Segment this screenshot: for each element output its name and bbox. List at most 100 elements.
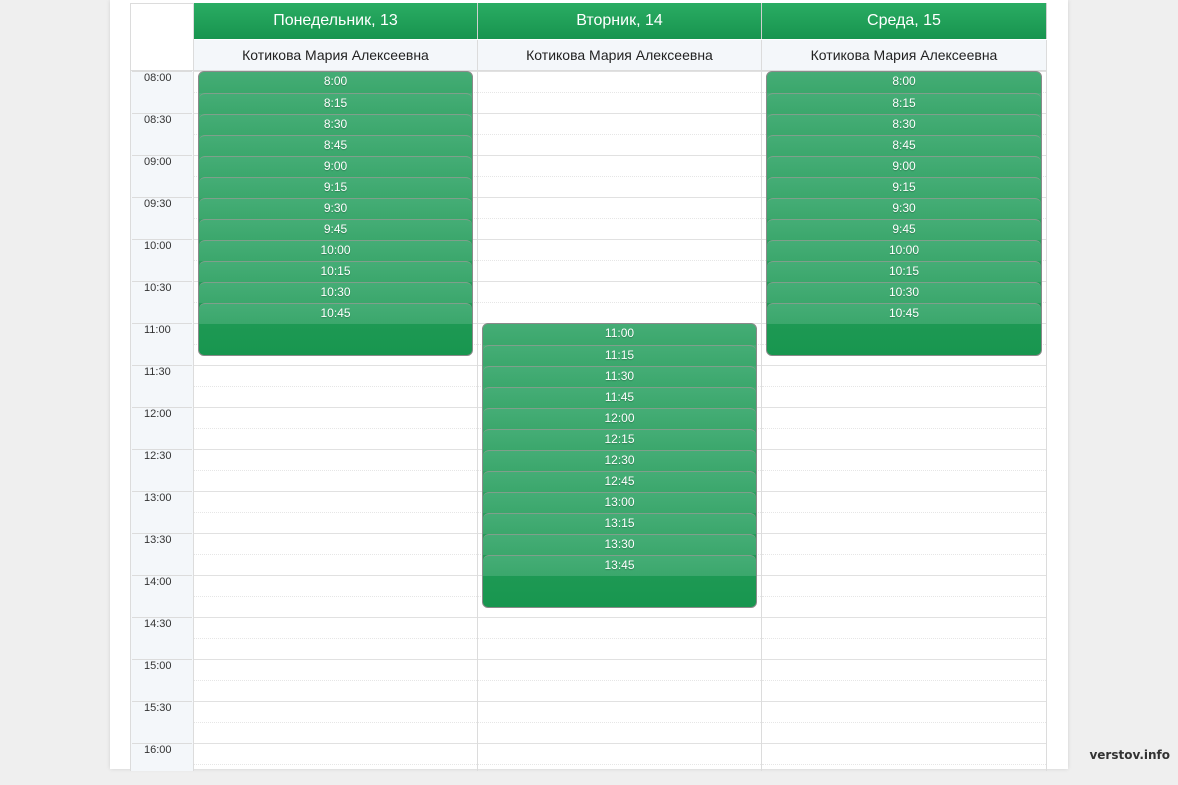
time-slot[interactable]: 13:15 bbox=[483, 513, 756, 534]
time-slot[interactable]: 9:45 bbox=[199, 219, 472, 240]
appointment-block[interactable]: 11:00 11:15 11:30 11:45 12:00 12:15 12:30 12:45… bbox=[482, 323, 757, 608]
grid-line bbox=[478, 134, 761, 135]
time-slot[interactable]: 9:00 bbox=[767, 156, 1041, 177]
time-label: 08:30 bbox=[132, 113, 192, 155]
grid-line bbox=[762, 554, 1046, 555]
grid-line bbox=[194, 365, 477, 366]
grid-line bbox=[194, 722, 477, 723]
appointment-block[interactable]: 8:00 8:15 8:30 8:45 9:00 9:15 9:30 9:45 10:00 10:… bbox=[198, 71, 473, 356]
time-slot[interactable]: 10:15 bbox=[199, 261, 472, 282]
time-slot[interactable]: 8:15 bbox=[767, 93, 1041, 114]
appointment-block[interactable]: 8:00 8:15 8:30 8:45 9:00 9:15 9:30 9:45 10:00 10:… bbox=[766, 71, 1042, 356]
grid-line bbox=[194, 386, 477, 387]
grid-line bbox=[762, 596, 1046, 597]
day-column-wednesday: 8:00 8:15 8:30 8:45 9:00 9:15 9:30 9:45 10:00 10:… bbox=[762, 71, 1047, 771]
grid-corner bbox=[130, 3, 194, 71]
time-label: 08:00 bbox=[132, 71, 192, 113]
grid-line bbox=[762, 575, 1046, 576]
watermark: verstov.info bbox=[1089, 748, 1170, 762]
grid-line bbox=[762, 764, 1046, 765]
time-slot[interactable]: 11:45 bbox=[483, 387, 756, 408]
time-slot[interactable]: 8:30 bbox=[767, 114, 1041, 135]
day-header-monday: Понедельник, 13 bbox=[194, 3, 478, 39]
time-slot[interactable]: 9:00 bbox=[199, 156, 472, 177]
grid-line bbox=[194, 449, 477, 450]
grid-line bbox=[478, 659, 761, 660]
time-slot[interactable]: 9:15 bbox=[767, 177, 1041, 198]
time-slot[interactable]: 9:30 bbox=[767, 198, 1041, 219]
time-slot[interactable]: 10:00 bbox=[767, 240, 1041, 261]
grid-line bbox=[478, 743, 761, 744]
time-slot[interactable]: 13:00 bbox=[483, 492, 756, 513]
grid-line bbox=[762, 512, 1046, 513]
grid-line bbox=[194, 617, 477, 618]
time-slot[interactable]: 8:00 bbox=[767, 72, 1041, 93]
grid-line bbox=[194, 764, 477, 765]
time-slot[interactable]: 13:30 bbox=[483, 534, 756, 555]
grid-line bbox=[762, 701, 1046, 702]
grid-line bbox=[194, 428, 477, 429]
time-slot[interactable]: 12:15 bbox=[483, 429, 756, 450]
time-slot[interactable]: 10:30 bbox=[767, 282, 1041, 303]
schedule-grid: 08:00 08:30 09:00 09:30 10:00 10:30 11:00 11:30… bbox=[130, 3, 1048, 771]
grid-line bbox=[194, 701, 477, 702]
grid-line bbox=[478, 113, 761, 114]
time-label: 16:00 bbox=[132, 743, 192, 785]
grid-line bbox=[478, 71, 761, 72]
grid-line bbox=[762, 659, 1046, 660]
grid-line bbox=[478, 92, 761, 93]
time-slot[interactable]: 8:00 bbox=[199, 72, 472, 93]
grid-line bbox=[762, 491, 1046, 492]
time-slot[interactable]: 9:45 bbox=[767, 219, 1041, 240]
time-slot[interactable]: 10:45 bbox=[767, 303, 1041, 324]
grid-line bbox=[478, 239, 761, 240]
grid-line bbox=[478, 281, 761, 282]
grid-line bbox=[478, 638, 761, 639]
grid-line bbox=[478, 218, 761, 219]
time-label: 11:30 bbox=[132, 365, 192, 407]
time-label: 15:00 bbox=[132, 659, 192, 701]
time-slot[interactable]: 11:00 bbox=[483, 324, 756, 345]
time-slot[interactable]: 10:00 bbox=[199, 240, 472, 261]
grid-line bbox=[478, 617, 761, 618]
time-slot[interactable]: 11:15 bbox=[483, 345, 756, 366]
time-slot[interactable]: 11:30 bbox=[483, 366, 756, 387]
time-slot[interactable]: 13:45 bbox=[483, 555, 756, 576]
grid-line bbox=[478, 176, 761, 177]
time-slot[interactable]: 9:30 bbox=[199, 198, 472, 219]
time-column: 08:00 08:30 09:00 09:30 10:00 10:30 11:00 11:30… bbox=[130, 71, 194, 771]
time-slot[interactable]: 8:15 bbox=[199, 93, 472, 114]
time-label: 14:00 bbox=[132, 575, 192, 617]
person-header-monday: Котикова Мария Алексеевна bbox=[194, 40, 478, 71]
grid-line bbox=[194, 596, 477, 597]
grid-line bbox=[194, 554, 477, 555]
grid-line bbox=[194, 659, 477, 660]
time-slot[interactable]: 10:45 bbox=[199, 303, 472, 324]
grid-line bbox=[478, 764, 761, 765]
time-label: 11:00 bbox=[132, 323, 192, 365]
time-slot[interactable]: 12:45 bbox=[483, 471, 756, 492]
time-slot[interactable]: 8:30 bbox=[199, 114, 472, 135]
grid-line bbox=[762, 617, 1046, 618]
time-slot[interactable]: 9:15 bbox=[199, 177, 472, 198]
person-header-wednesday: Котикова Мария Алексеевна bbox=[762, 40, 1047, 71]
grid-line bbox=[478, 260, 761, 261]
time-label: 12:30 bbox=[132, 449, 192, 491]
time-label: 14:30 bbox=[132, 617, 192, 659]
time-slot[interactable]: 10:15 bbox=[767, 261, 1041, 282]
time-slot[interactable]: 8:45 bbox=[199, 135, 472, 156]
page-panel: 08:00 08:30 09:00 09:30 10:00 10:30 11:00 11:30… bbox=[110, 0, 1068, 771]
time-slot[interactable]: 8:45 bbox=[767, 135, 1041, 156]
day-column-tuesday: 11:00 11:15 11:30 11:45 12:00 12:15 12:30 12:45… bbox=[478, 71, 762, 771]
time-slot[interactable]: 10:30 bbox=[199, 282, 472, 303]
time-slot[interactable]: 12:00 bbox=[483, 408, 756, 429]
grid-line bbox=[194, 638, 477, 639]
grid-line bbox=[762, 407, 1046, 408]
day-header-tuesday: Вторник, 14 bbox=[478, 3, 762, 39]
grid-line bbox=[762, 722, 1046, 723]
time-slot[interactable]: 12:30 bbox=[483, 450, 756, 471]
grid-line bbox=[478, 302, 761, 303]
grid-line bbox=[478, 155, 761, 156]
day-column-monday: 8:00 8:15 8:30 8:45 9:00 9:15 9:30 9:45 10:00 10:… bbox=[194, 71, 478, 771]
time-label: 15:30 bbox=[132, 701, 192, 743]
